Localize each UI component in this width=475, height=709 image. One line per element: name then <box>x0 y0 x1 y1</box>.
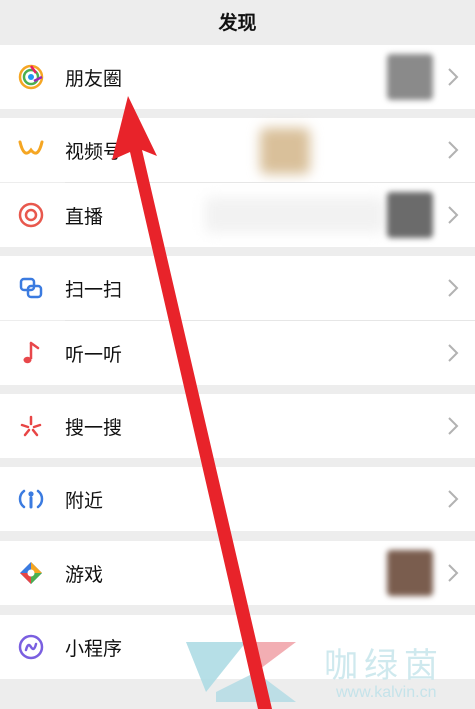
annotation-arrow <box>112 96 272 709</box>
